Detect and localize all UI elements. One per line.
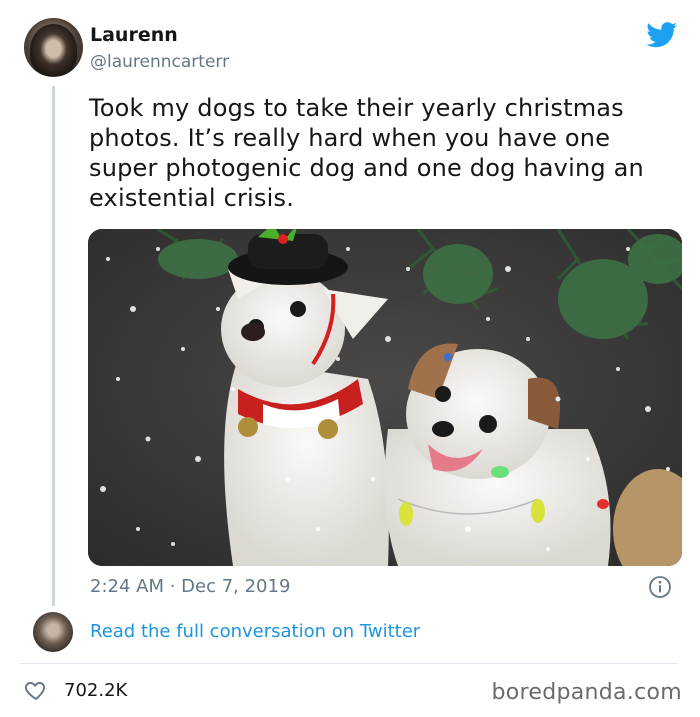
tweet-timestamp[interactable]: 2:24 AM · Dec 7, 2019 xyxy=(90,576,290,597)
author-name[interactable]: Laurenn xyxy=(90,24,178,46)
read-conversation-link[interactable]: Read the full conversation on Twitter xyxy=(90,621,420,642)
watermark: boredpanda.com xyxy=(491,680,682,705)
like-count: 702.2K xyxy=(64,680,128,701)
heart-icon[interactable] xyxy=(24,678,48,702)
author-avatar[interactable] xyxy=(24,18,83,77)
conversation-avatar xyxy=(33,612,73,652)
info-icon[interactable] xyxy=(648,575,672,599)
thread-line xyxy=(52,86,55,606)
divider xyxy=(20,663,678,664)
twitter-bird-icon[interactable] xyxy=(646,22,678,48)
tweet-photo[interactable] xyxy=(88,229,682,566)
tweet-text: Took my dogs to take their yearly christ… xyxy=(89,94,644,212)
author-handle[interactable]: @laurenncarterr xyxy=(90,52,229,72)
